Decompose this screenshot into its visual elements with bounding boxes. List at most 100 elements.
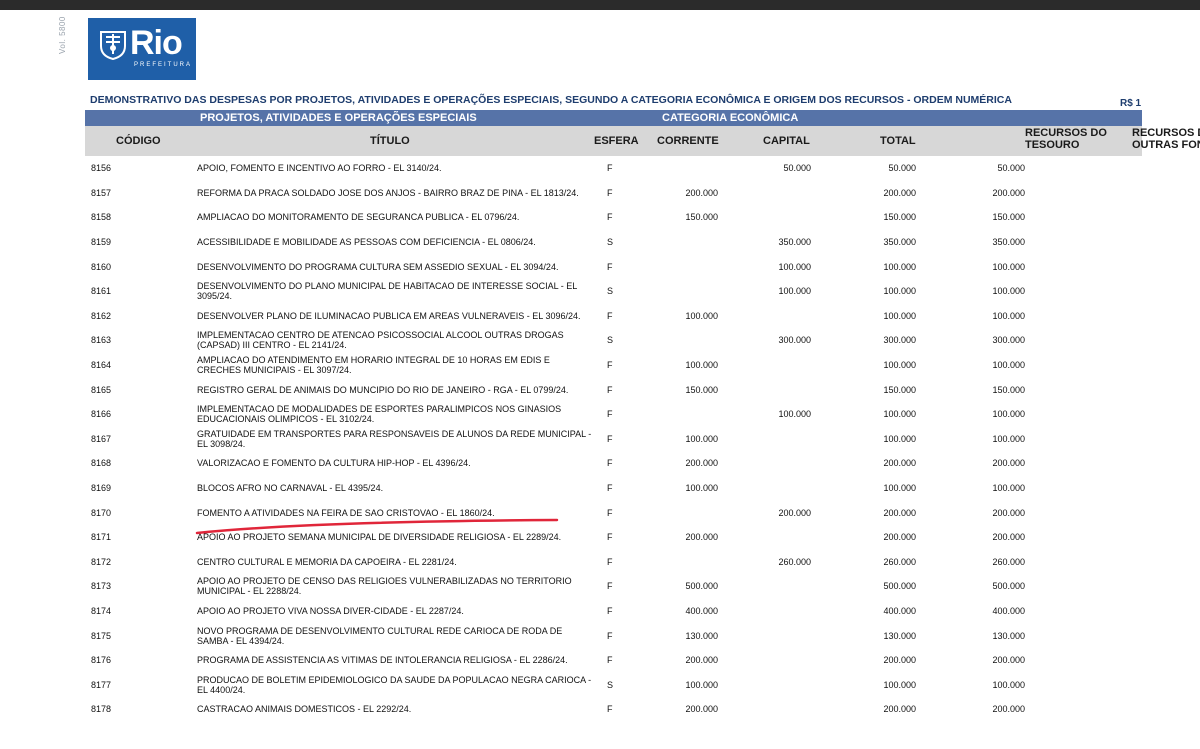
row-total: 100.000 xyxy=(883,409,916,420)
row-codigo: 8169 xyxy=(91,483,112,494)
row-total: 350.000 xyxy=(883,237,916,248)
row-corrente: 100.000 xyxy=(685,483,718,494)
row-titulo: REFORMA DA PRACA SOLDADO JOSE DOS ANJOS … xyxy=(197,187,579,198)
col-header-outras-line1: RECURSOS DE xyxy=(1132,127,1200,139)
row-capital: 200.000 xyxy=(778,507,811,518)
row-titulo: DESENVOLVIMENTO DO PLANO MUNICIPAL DE HA… xyxy=(197,281,577,302)
group-header-bar: PROJETOS, ATIVIDADES E OPERAÇÕES ESPECIA… xyxy=(85,110,1142,126)
row-corrente: 100.000 xyxy=(685,433,718,444)
row-titulo: IMPLEMENTACAO DE MODALIDADES DE ESPORTES… xyxy=(197,404,562,425)
top-bar xyxy=(0,0,1200,10)
row-capital: 260.000 xyxy=(778,556,811,567)
row-total: 200.000 xyxy=(883,187,916,198)
row-esfera: F xyxy=(607,458,613,469)
column-header-bar: CÓDIGO TÍTULO ESFERA CORRENTE CAPITAL TO… xyxy=(85,126,1200,156)
row-codigo: 8173 xyxy=(91,581,112,592)
row-total: 260.000 xyxy=(883,556,916,567)
table-row: 8169 BLOCOS AFRO NO CARNAVAL - EL 4395/24… xyxy=(85,476,1142,501)
row-total: 400.000 xyxy=(883,605,916,616)
col-header-outras-line2: OUTRAS FONTES xyxy=(1132,139,1200,151)
row-titulo: PRODUCAO DE BOLETIM EPIDEMIOLOGICO DA SA… xyxy=(197,674,592,695)
row-total: 150.000 xyxy=(883,212,916,223)
row-codigo: 8177 xyxy=(91,679,112,690)
row-codigo: 8158 xyxy=(91,212,112,223)
row-total: 200.000 xyxy=(883,704,916,715)
row-tesouro: 200.000 xyxy=(992,655,1025,666)
row-titulo: APOIO AO PROJETO VIVA NOSSA DIVER-CIDADE… xyxy=(197,605,464,616)
col-header-total: TOTAL xyxy=(880,135,916,147)
row-tesouro: 200.000 xyxy=(992,458,1025,469)
row-corrente: 100.000 xyxy=(685,679,718,690)
table-row: 8173 APOIO AO PROJETO DE CENSO DAS RELIGI… xyxy=(85,574,1142,599)
row-esfera: S xyxy=(607,237,614,248)
row-esfera: F xyxy=(607,360,613,371)
table-row: 8166 IMPLEMENTACAO DE MODALIDADES DE ESPO… xyxy=(85,402,1142,427)
row-esfera: F xyxy=(607,409,613,420)
row-tesouro: 100.000 xyxy=(992,483,1025,494)
col-header-titulo: TÍTULO xyxy=(370,135,410,147)
row-codigo: 8161 xyxy=(91,286,112,297)
table-row: 8158 AMPLIACAO DO MONITORAMENTO DE SEGURA… xyxy=(85,205,1142,230)
row-tesouro: 150.000 xyxy=(992,384,1025,395)
row-total: 130.000 xyxy=(883,630,916,641)
row-capital: 50.000 xyxy=(783,163,811,174)
col-header-tesouro-line1: RECURSOS DO xyxy=(1025,127,1107,139)
row-esfera: S xyxy=(607,286,614,297)
row-titulo: DESENVOLVIMENTO DO PROGRAMA CULTURA SEM … xyxy=(197,261,559,272)
row-total: 200.000 xyxy=(883,655,916,666)
row-codigo: 8166 xyxy=(91,409,112,420)
row-codigo: 8175 xyxy=(91,630,112,641)
row-codigo: 8178 xyxy=(91,704,112,715)
row-total: 100.000 xyxy=(883,679,916,690)
row-capital: 100.000 xyxy=(778,261,811,272)
row-codigo: 8167 xyxy=(91,433,112,444)
row-titulo: DESENVOLVER PLANO DE ILUMINACAO PUBLICA … xyxy=(197,310,581,321)
row-corrente: 400.000 xyxy=(685,605,718,616)
row-codigo: 8168 xyxy=(91,458,112,469)
row-esfera: F xyxy=(607,605,613,616)
row-tesouro: 100.000 xyxy=(992,679,1025,690)
row-corrente: 100.000 xyxy=(685,360,718,371)
row-tesouro: 100.000 xyxy=(992,433,1025,444)
row-esfera: S xyxy=(607,679,614,690)
row-titulo: IMPLEMENTACAO CENTRO DE ATENCAO PSICOSSO… xyxy=(197,330,564,351)
row-codigo: 8157 xyxy=(91,187,112,198)
row-codigo: 8171 xyxy=(91,532,112,543)
table-row: 8161 DESENVOLVIMENTO DO PLANO MUNICIPAL D… xyxy=(85,279,1142,304)
row-titulo: PROGRAMA DE ASSISTENCIA AS VITIMAS DE IN… xyxy=(197,655,568,666)
red-hand-underline xyxy=(195,518,559,535)
row-esfera: F xyxy=(607,581,613,592)
side-reference-text: Vol. 5800 xyxy=(58,16,67,54)
row-esfera: F xyxy=(607,630,613,641)
row-corrente: 200.000 xyxy=(685,532,718,543)
table-row: 8176 PROGRAMA DE ASSISTENCIA AS VITIMAS D… xyxy=(85,648,1142,673)
row-tesouro: 100.000 xyxy=(992,409,1025,420)
table-row: 8165 REGISTRO GERAL DE ANIMAIS DO MUNCIPI… xyxy=(85,377,1142,402)
logo-subtitle: PREFEITURA xyxy=(134,62,193,68)
row-codigo: 8170 xyxy=(91,507,112,518)
row-esfera: F xyxy=(607,532,613,543)
row-total: 200.000 xyxy=(883,507,916,518)
row-capital: 100.000 xyxy=(778,286,811,297)
row-titulo: GRATUIDADE EM TRANSPORTES PARA RESPONSAV… xyxy=(197,428,592,449)
row-codigo: 8162 xyxy=(91,310,112,321)
row-tesouro: 100.000 xyxy=(992,286,1025,297)
table-row: 8164 AMPLIACAO DO ATENDIMENTO EM HORARIO … xyxy=(85,353,1142,378)
row-capital: 100.000 xyxy=(778,409,811,420)
row-tesouro: 200.000 xyxy=(992,507,1025,518)
row-total: 300.000 xyxy=(883,335,916,346)
row-tesouro: 300.000 xyxy=(992,335,1025,346)
row-tesouro: 100.000 xyxy=(992,310,1025,321)
row-codigo: 8156 xyxy=(91,163,112,174)
row-codigo: 8174 xyxy=(91,605,112,616)
row-tesouro: 200.000 xyxy=(992,187,1025,198)
row-esfera: F xyxy=(607,261,613,272)
row-esfera: F xyxy=(607,212,613,223)
row-codigo: 8163 xyxy=(91,335,112,346)
expense-table-body: 8156 APOIO, FOMENTO E INCENTIVO AO FORRO … xyxy=(85,156,1142,722)
row-corrente: 130.000 xyxy=(685,630,718,641)
row-esfera: F xyxy=(607,556,613,567)
row-esfera: F xyxy=(607,384,613,395)
row-esfera: F xyxy=(607,704,613,715)
row-titulo: ACESSIBILIDADE E MOBILIDADE AS PESSOAS C… xyxy=(197,237,536,248)
